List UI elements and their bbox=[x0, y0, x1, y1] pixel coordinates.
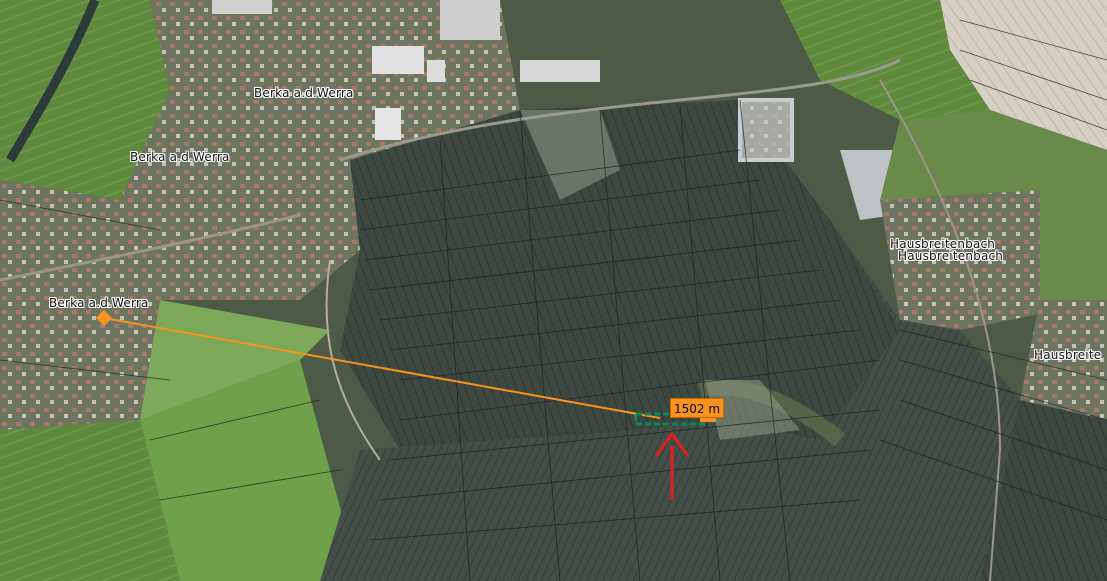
place-label-hausbreitenbach-2: Hausbreitenbach bbox=[898, 249, 1004, 263]
distance-badge: 1502 m bbox=[670, 398, 724, 418]
place-label-berka-middle: Berka a.d.Werra bbox=[130, 150, 230, 164]
place-label-hausbreitenbach-3: Hausbreite bbox=[1034, 348, 1102, 362]
place-label-berka-north: Berka a.d.Werra bbox=[254, 86, 354, 100]
red-arrow-icon bbox=[654, 431, 690, 500]
start-point-marker bbox=[96, 310, 112, 326]
place-label-berka-south: Berka a.d.Werra bbox=[49, 296, 149, 310]
measurement-overlay bbox=[96, 310, 716, 500]
measurement-line bbox=[103, 317, 661, 419]
satellite-map[interactable]: 1502 m Berka a.d.Werra Berka a.d.Werra B… bbox=[0, 0, 1107, 581]
